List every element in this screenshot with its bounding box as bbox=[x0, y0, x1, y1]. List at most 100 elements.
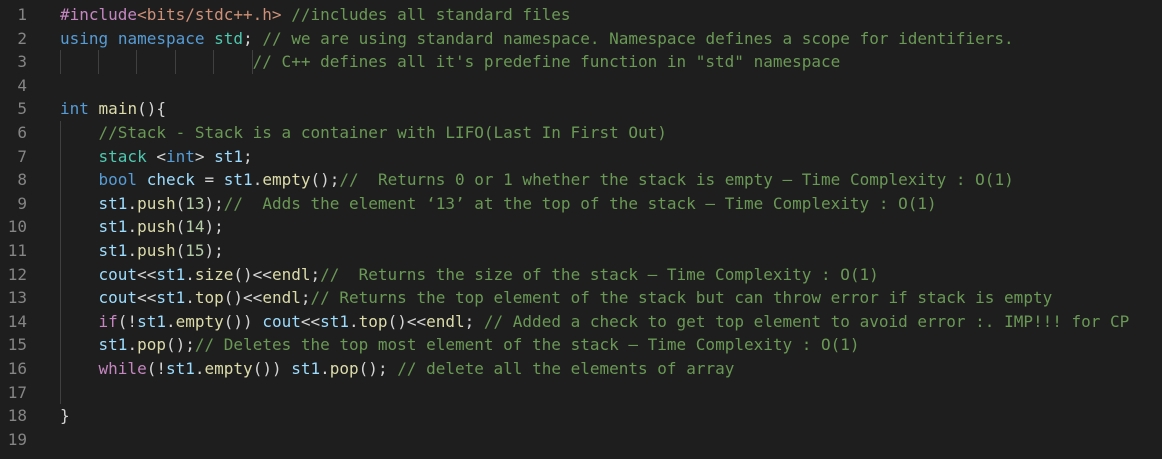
code-token: ); bbox=[204, 193, 224, 213]
code-token: bool bbox=[98, 170, 138, 190]
code-token: endl bbox=[262, 288, 301, 308]
code-token: main bbox=[98, 99, 138, 119]
code-line-15[interactable]: 15 st1.pop();// Deletes the top most ele… bbox=[0, 333, 1162, 357]
code-token: ()<< bbox=[233, 264, 272, 284]
code-token: (! bbox=[146, 358, 166, 378]
code-text: cout<<st1.top()<<endl;// Returns the top… bbox=[60, 286, 1053, 310]
code-line-19[interactable]: 19 bbox=[0, 428, 1162, 452]
code-token: <bits/stdc++.h> bbox=[137, 5, 282, 24]
code-token: ( bbox=[175, 217, 186, 237]
code-text: stack <int> st1; bbox=[60, 145, 253, 169]
indent-guide bbox=[60, 120, 61, 145]
code-text: bool check = st1.empty();// Returns 0 or… bbox=[60, 168, 1014, 192]
line-number: 8 bbox=[17, 170, 27, 190]
indent-guide bbox=[60, 309, 61, 334]
line-number: 5 bbox=[17, 99, 27, 119]
line-number: 14 bbox=[7, 311, 27, 331]
code-token: . bbox=[349, 311, 359, 331]
code-token: //includes all standard files bbox=[291, 5, 571, 24]
line-number: 16 bbox=[7, 358, 27, 378]
code-line-9[interactable]: 9 st1.push(13);// Adds the element ‘13’ … bbox=[0, 191, 1162, 216]
code-token: if bbox=[98, 311, 118, 331]
code-line-18[interactable]: 18} bbox=[0, 404, 1162, 428]
code-token: //Stack - Stack is a container with LIFO… bbox=[98, 122, 667, 142]
code-text: } bbox=[60, 404, 70, 428]
indent-guide bbox=[60, 50, 61, 74]
code-token: ()) bbox=[252, 358, 292, 378]
code-text: #include<bits/stdc++.h> //includes all s… bbox=[60, 3, 571, 27]
code-token: 14 bbox=[185, 217, 205, 237]
indent-guide bbox=[60, 286, 61, 310]
code-editor[interactable]: 1 #include<bits/stdc++.h> //includes all … bbox=[0, 3, 1162, 459]
code-token: size bbox=[194, 264, 234, 284]
code-token: push bbox=[137, 240, 176, 260]
code-token: 15 bbox=[185, 240, 205, 260]
indent-guide bbox=[175, 50, 176, 74]
code-text: st1.pop();// Deletes the top most elemen… bbox=[60, 333, 860, 357]
code-text: // C++ defines all it's predefine functi… bbox=[60, 50, 841, 74]
code-line-3[interactable]: 3 // C++ defines all it's predefine func… bbox=[0, 50, 1162, 74]
indent-guide bbox=[60, 191, 61, 216]
code-token: st1 bbox=[156, 288, 186, 308]
code-text: st1.push(13);// Adds the element ‘13’ at… bbox=[60, 192, 937, 216]
code-line-8[interactable]: 8 bool check = st1.empty();// Returns 0 … bbox=[0, 168, 1162, 192]
line-number: 17 bbox=[7, 382, 27, 402]
code-token: // Adds the element ‘13’ at the top of t… bbox=[223, 193, 937, 213]
code-token: . bbox=[185, 288, 195, 308]
code-text: int main(){ bbox=[60, 97, 166, 121]
code-token: ; bbox=[243, 28, 263, 48]
code-token: // Deletes the top most element of the s… bbox=[194, 335, 860, 355]
code-token: . bbox=[194, 358, 205, 378]
indent-guide bbox=[136, 50, 137, 74]
code-line-12[interactable]: 12 cout<<st1.size()<<endl;// Returns the… bbox=[0, 262, 1162, 287]
code-token: top bbox=[358, 311, 388, 331]
code-token: ); bbox=[204, 240, 224, 260]
code-token: // Added a check to get top element to a… bbox=[483, 311, 1130, 331]
code-token: < bbox=[146, 146, 166, 166]
code-line-7[interactable]: 7 stack <int> st1; bbox=[0, 144, 1162, 169]
code-line-10[interactable]: 10 st1.push(14); bbox=[0, 215, 1162, 239]
code-token: st1 bbox=[214, 146, 244, 166]
code-line-16[interactable]: 16 while(!st1.empty()) st1.pop(); // del… bbox=[0, 356, 1162, 381]
code-line-4[interactable]: 4 bbox=[0, 74, 1162, 98]
indent-guide bbox=[252, 50, 253, 74]
code-token: . bbox=[127, 193, 138, 213]
code-token: st1 bbox=[291, 358, 321, 378]
code-token: st1 bbox=[98, 193, 128, 213]
code-token: (); bbox=[310, 170, 340, 190]
code-token: (! bbox=[117, 311, 138, 331]
code-token: . bbox=[185, 264, 195, 284]
code-line-11[interactable]: 11 st1.push(15); bbox=[0, 238, 1162, 263]
code-line-2[interactable]: 2 using namespace std; // we are using st… bbox=[0, 27, 1162, 51]
code-line-17[interactable]: 17 bbox=[0, 380, 1162, 405]
code-token: . bbox=[165, 311, 176, 331]
code-line-14[interactable]: 14 if(!st1.empty()) cout<<st1.top()<<end… bbox=[0, 309, 1162, 334]
code-token: cout bbox=[98, 264, 138, 284]
code-token: using bbox=[60, 28, 109, 48]
code-line-13[interactable]: 13 cout<<st1.top()<<endl;// Returns the … bbox=[0, 286, 1162, 310]
code-text: st1.push(15); bbox=[60, 239, 224, 263]
indent-guide bbox=[60, 238, 61, 263]
code-token: > bbox=[194, 146, 215, 166]
code-token: (); bbox=[165, 335, 195, 355]
code-token: ; bbox=[464, 311, 484, 331]
code-token: int bbox=[60, 99, 89, 119]
code-token: ( bbox=[175, 240, 186, 260]
code-line-1[interactable]: 1 #include<bits/stdc++.h> //includes all … bbox=[0, 3, 1162, 27]
code-token: . bbox=[127, 217, 138, 237]
line-number: 2 bbox=[17, 28, 27, 48]
code-line-5[interactable]: 5 int main(){ bbox=[0, 97, 1162, 121]
code-token: st1 bbox=[98, 217, 128, 237]
code-token: st1 bbox=[165, 358, 195, 378]
code-line-6[interactable]: 6 //Stack - Stack is a container with LI… bbox=[0, 120, 1162, 145]
code-token: ()<< bbox=[223, 288, 263, 308]
